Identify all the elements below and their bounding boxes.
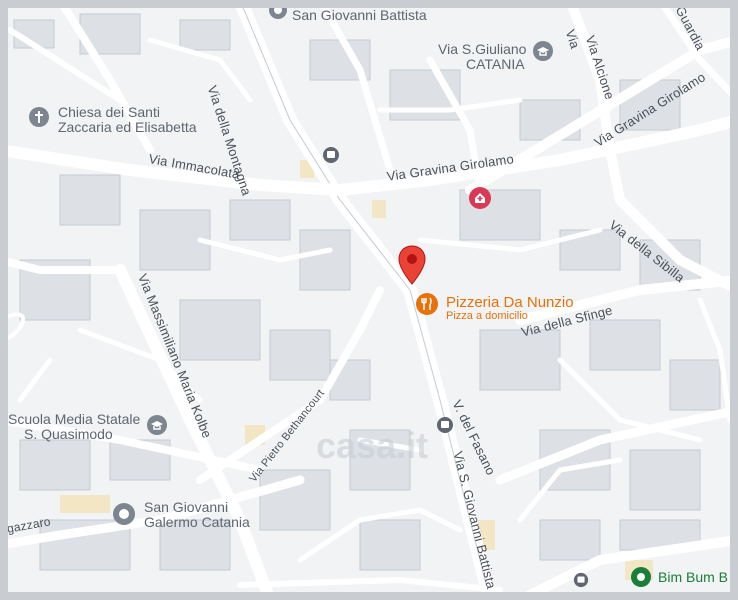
place-label-chiesa-line2[interactable]: Zaccaria ed Elisabetta xyxy=(58,120,197,134)
place-icon[interactable] xyxy=(112,502,136,531)
place-label-san-giovanni-line1[interactable]: San Giovanni xyxy=(144,500,228,514)
place-label-bim-bum[interactable]: Bim Bum B xyxy=(658,570,728,584)
place-icon[interactable] xyxy=(630,566,652,593)
place-label-san-giovanni-line2[interactable]: Galermo Catania xyxy=(144,515,250,529)
place-label-pizzeria-sub[interactable]: Pizza a domicilio xyxy=(446,311,528,322)
place-label-chiesa-line1[interactable]: Chiesa dei Santi xyxy=(58,105,160,119)
place-label-pizzeria[interactable]: Pizzeria Da Nunzio xyxy=(446,295,574,310)
place-label-scuola-line2[interactable]: S. Quasimodo xyxy=(24,427,113,441)
restaurant-icon[interactable] xyxy=(415,292,439,321)
bus-stop-icon[interactable] xyxy=(322,146,340,169)
place-label-catania[interactable]: CATANIA xyxy=(466,57,525,71)
watermark: casa.it xyxy=(316,425,429,466)
hospital-icon[interactable] xyxy=(468,186,492,215)
place-label-scuola-line1[interactable]: Scuola Media Statale xyxy=(8,412,140,426)
map-base xyxy=(0,0,738,600)
place-icon[interactable] xyxy=(268,0,288,25)
place-label-via-s-giuliano[interactable]: Via S.Giuliano xyxy=(438,42,526,56)
bus-stop-icon[interactable] xyxy=(436,416,454,439)
bus-stop-icon[interactable] xyxy=(573,572,589,593)
place-label-san-giovanni-battista[interactable]: San Giovanni Battista xyxy=(292,8,427,22)
map-canvas[interactable]: Via della Montagna Via Immacolata Via Gr… xyxy=(0,0,738,600)
school-icon[interactable] xyxy=(146,414,168,441)
school-icon[interactable] xyxy=(532,40,554,67)
church-icon[interactable] xyxy=(28,106,50,133)
location-pin-icon[interactable] xyxy=(397,244,427,291)
